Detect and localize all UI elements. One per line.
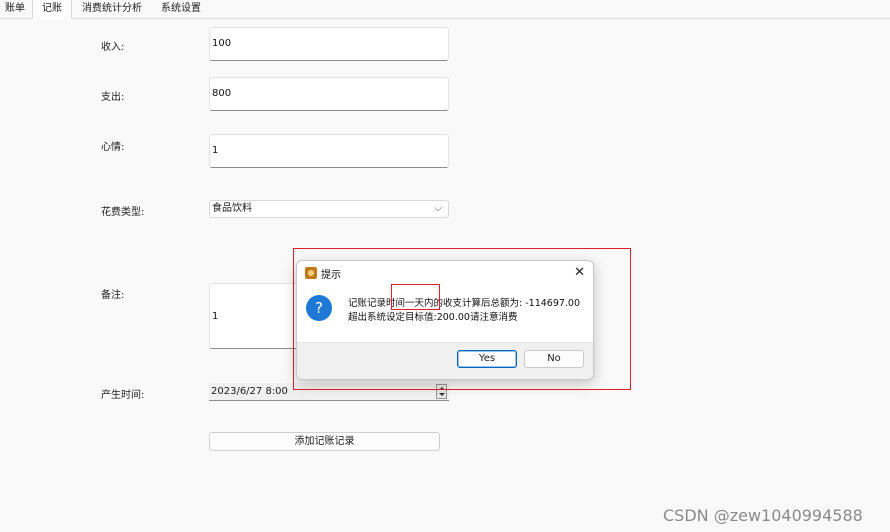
question-icon: ? <box>306 295 332 321</box>
dialog-title: 提示 <box>321 270 341 281</box>
mood-label: 心情: <box>101 142 125 153</box>
expense-label: 支出: <box>101 92 125 103</box>
app-icon <box>305 267 317 279</box>
tab-system-settings[interactable]: 系统设置 <box>154 0 208 18</box>
dialog-message-line1: 记账记录时间一天内的收支计算后总额为: -114697.00 <box>348 298 581 309</box>
chevron-down-icon: ⌵ <box>434 203 442 214</box>
tab-consumption-analysis[interactable]: 消费统计分析 <box>74 0 150 18</box>
category-label: 花费类型: <box>101 207 145 218</box>
no-button[interactable]: No <box>524 350 584 368</box>
mood-input[interactable]: 1 <box>209 134 449 168</box>
dialog-footer: Yes No <box>297 342 593 379</box>
yes-button[interactable]: Yes <box>457 350 517 368</box>
annotation-box-small <box>391 284 440 310</box>
dialog-message-line2: 超出系统设定目标值:200.00请注意消费 <box>348 312 518 323</box>
tab-bill[interactable]: 账单 <box>0 0 30 18</box>
dialog-body: ? 记账记录时间一天内的收支计算后总额为: -114697.00 超出系统设定目… <box>297 285 593 345</box>
close-icon[interactable]: ✕ <box>574 264 585 282</box>
time-input-value: 2023/6/27 8:00 <box>211 386 288 397</box>
prompt-dialog: 提示 ✕ ? 记账记录时间一天内的收支计算后总额为: -114697.00 超出… <box>296 260 594 380</box>
time-label: 产生时间: <box>101 390 145 401</box>
tab-bar: 账单 记账 消费统计分析 系统设置 <box>0 0 890 19</box>
tab-bookkeeping[interactable]: 记账 <box>32 0 72 19</box>
income-input[interactable]: 100 <box>209 27 449 61</box>
income-label: 收入: <box>101 42 125 53</box>
category-select[interactable]: 食品饮料 ⌵ <box>209 200 449 218</box>
note-label: 备注: <box>101 290 125 301</box>
dialog-titlebar: 提示 ✕ <box>297 261 593 285</box>
add-record-button[interactable]: 添加记账记录 <box>209 432 440 451</box>
expense-input[interactable]: 800 <box>209 77 449 111</box>
category-select-value: 食品饮料 <box>212 203 252 214</box>
watermark: CSDN @zew1040994588 <box>663 506 863 525</box>
